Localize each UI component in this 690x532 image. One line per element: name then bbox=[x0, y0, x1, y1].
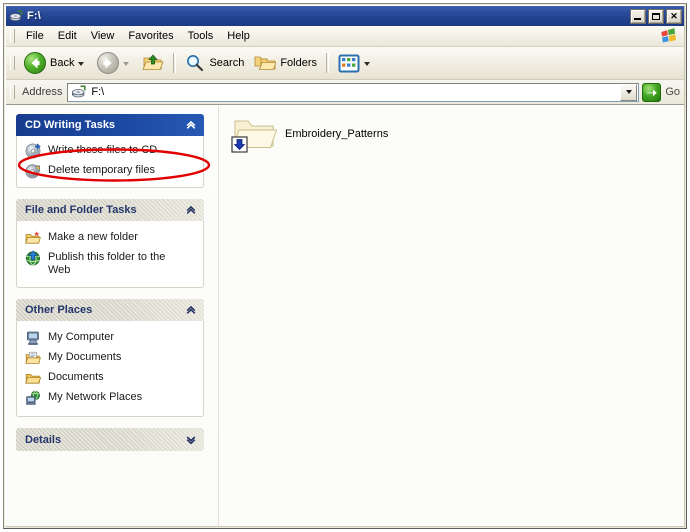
panel-title: File and Folder Tasks bbox=[25, 204, 185, 216]
toolbar: Back bbox=[6, 47, 684, 80]
panel-body-cd-writing-tasks: Write these files to CD bbox=[16, 136, 204, 188]
explorer-content: CD Writing Tasks bbox=[6, 105, 684, 526]
delete-temp-files-icon bbox=[25, 163, 41, 179]
network-places-icon bbox=[25, 390, 41, 406]
menu-bar: File Edit View Favorites Tools Help bbox=[6, 26, 684, 47]
task-make-new-folder[interactable]: Make a new folder bbox=[25, 228, 197, 248]
drive-icon bbox=[71, 84, 87, 100]
task-delete-temporary-files[interactable]: Delete temporary files bbox=[25, 161, 197, 181]
address-label: Address bbox=[19, 86, 67, 98]
address-input[interactable]: F:\ bbox=[67, 83, 639, 102]
panel-cd-writing-tasks: CD Writing Tasks bbox=[16, 114, 204, 188]
task-label: Write these files to CD bbox=[48, 143, 157, 157]
place-label: My Network Places bbox=[48, 390, 142, 404]
menu-view[interactable]: View bbox=[84, 28, 122, 44]
address-dropdown-button[interactable] bbox=[620, 84, 637, 101]
back-arrow-icon bbox=[24, 52, 46, 74]
toolbar-grip[interactable] bbox=[10, 56, 15, 70]
go-button[interactable]: Go bbox=[639, 81, 684, 103]
chevron-down-icon[interactable] bbox=[185, 434, 197, 446]
menu-help[interactable]: Help bbox=[220, 28, 257, 44]
menu-grip[interactable] bbox=[10, 29, 15, 43]
task-label: Make a new folder bbox=[48, 230, 138, 244]
back-dropdown-icon[interactable] bbox=[78, 62, 84, 66]
task-label: Publish this folder to the Web bbox=[48, 250, 188, 277]
place-my-network-places[interactable]: My Network Places bbox=[25, 388, 197, 408]
views-tiles-icon bbox=[338, 54, 360, 73]
folder-pending-write-icon bbox=[231, 114, 277, 156]
minimize-button[interactable] bbox=[630, 9, 646, 24]
place-label: My Documents bbox=[48, 350, 121, 364]
panel-header-details[interactable]: Details bbox=[16, 428, 204, 451]
menu-favorites[interactable]: Favorites bbox=[121, 28, 180, 44]
chevron-up-icon[interactable] bbox=[185, 304, 197, 316]
windows-flag-logo bbox=[658, 27, 680, 45]
go-arrow-icon bbox=[642, 83, 661, 102]
my-computer-icon bbox=[25, 330, 41, 346]
forward-arrow-icon bbox=[97, 52, 119, 74]
panel-details: Details bbox=[16, 428, 204, 451]
chevron-up-icon[interactable] bbox=[185, 119, 197, 131]
task-label: Delete temporary files bbox=[48, 163, 155, 177]
forward-dropdown-icon[interactable] bbox=[123, 62, 129, 66]
search-button[interactable]: Search bbox=[180, 49, 249, 77]
place-label: Documents bbox=[48, 370, 104, 384]
search-icon bbox=[185, 53, 205, 73]
drive-icon bbox=[9, 9, 23, 23]
place-my-documents[interactable]: My Documents bbox=[25, 348, 197, 368]
panel-title: CD Writing Tasks bbox=[25, 119, 185, 131]
window-title: F:\ bbox=[27, 10, 630, 22]
up-button[interactable] bbox=[137, 49, 169, 77]
panel-body-file-and-folder-tasks: Make a new folder Publish bbox=[16, 221, 204, 288]
files-pane[interactable]: Embroidery_Patterns bbox=[218, 106, 684, 526]
folder-icon bbox=[25, 370, 41, 386]
write-cd-icon bbox=[25, 143, 41, 159]
place-label: My Computer bbox=[48, 330, 114, 344]
back-label: Back bbox=[50, 57, 74, 69]
panel-header-file-and-folder-tasks[interactable]: File and Folder Tasks bbox=[16, 199, 204, 221]
task-publish-folder-to-web[interactable]: Publish this folder to the Web bbox=[25, 248, 197, 279]
panel-other-places: Other Places bbox=[16, 299, 204, 417]
back-button[interactable]: Back bbox=[19, 49, 92, 77]
panel-title: Details bbox=[25, 434, 185, 446]
file-item[interactable]: Embroidery_Patterns bbox=[231, 114, 388, 156]
panel-header-cd-writing-tasks[interactable]: CD Writing Tasks bbox=[16, 114, 204, 136]
task-sidebar: CD Writing Tasks bbox=[6, 106, 218, 526]
new-folder-icon bbox=[25, 230, 41, 246]
place-my-computer[interactable]: My Computer bbox=[25, 328, 197, 348]
menu-edit[interactable]: Edit bbox=[51, 28, 84, 44]
search-label: Search bbox=[209, 57, 244, 69]
folders-label: Folders bbox=[280, 57, 317, 69]
go-label: Go bbox=[665, 86, 680, 98]
address-value: F:\ bbox=[91, 86, 104, 98]
address-grip[interactable] bbox=[10, 85, 15, 99]
explorer-window: F:\ ✕ File Edit View Favorites Tools Hel… bbox=[3, 3, 687, 529]
folders-button[interactable]: Folders bbox=[249, 49, 322, 77]
task-write-files-to-cd[interactable]: Write these files to CD bbox=[25, 141, 197, 161]
blue-down-arrow-badge bbox=[232, 137, 247, 152]
views-dropdown-icon[interactable] bbox=[364, 62, 370, 66]
up-folder-icon bbox=[142, 53, 164, 73]
place-documents[interactable]: Documents bbox=[25, 368, 197, 388]
panel-body-other-places: My Computer My Documents bbox=[16, 321, 204, 417]
chevron-up-icon[interactable] bbox=[185, 204, 197, 216]
file-name: Embroidery_Patterns bbox=[285, 128, 388, 140]
maximize-button[interactable] bbox=[648, 9, 664, 24]
folders-icon bbox=[254, 53, 276, 73]
chevron-down-icon bbox=[626, 90, 632, 94]
address-bar: Address F:\ Go bbox=[6, 80, 684, 105]
views-button[interactable] bbox=[333, 49, 378, 77]
panel-title: Other Places bbox=[25, 304, 185, 316]
publish-web-icon bbox=[25, 250, 41, 266]
close-button[interactable]: ✕ bbox=[666, 9, 682, 24]
my-documents-icon bbox=[25, 350, 41, 366]
forward-button[interactable] bbox=[92, 49, 137, 77]
panel-file-and-folder-tasks: File and Folder Tasks bbox=[16, 199, 204, 288]
title-bar: F:\ ✕ bbox=[6, 6, 684, 26]
menu-tools[interactable]: Tools bbox=[181, 28, 221, 44]
panel-header-other-places[interactable]: Other Places bbox=[16, 299, 204, 321]
menu-file[interactable]: File bbox=[19, 28, 51, 44]
